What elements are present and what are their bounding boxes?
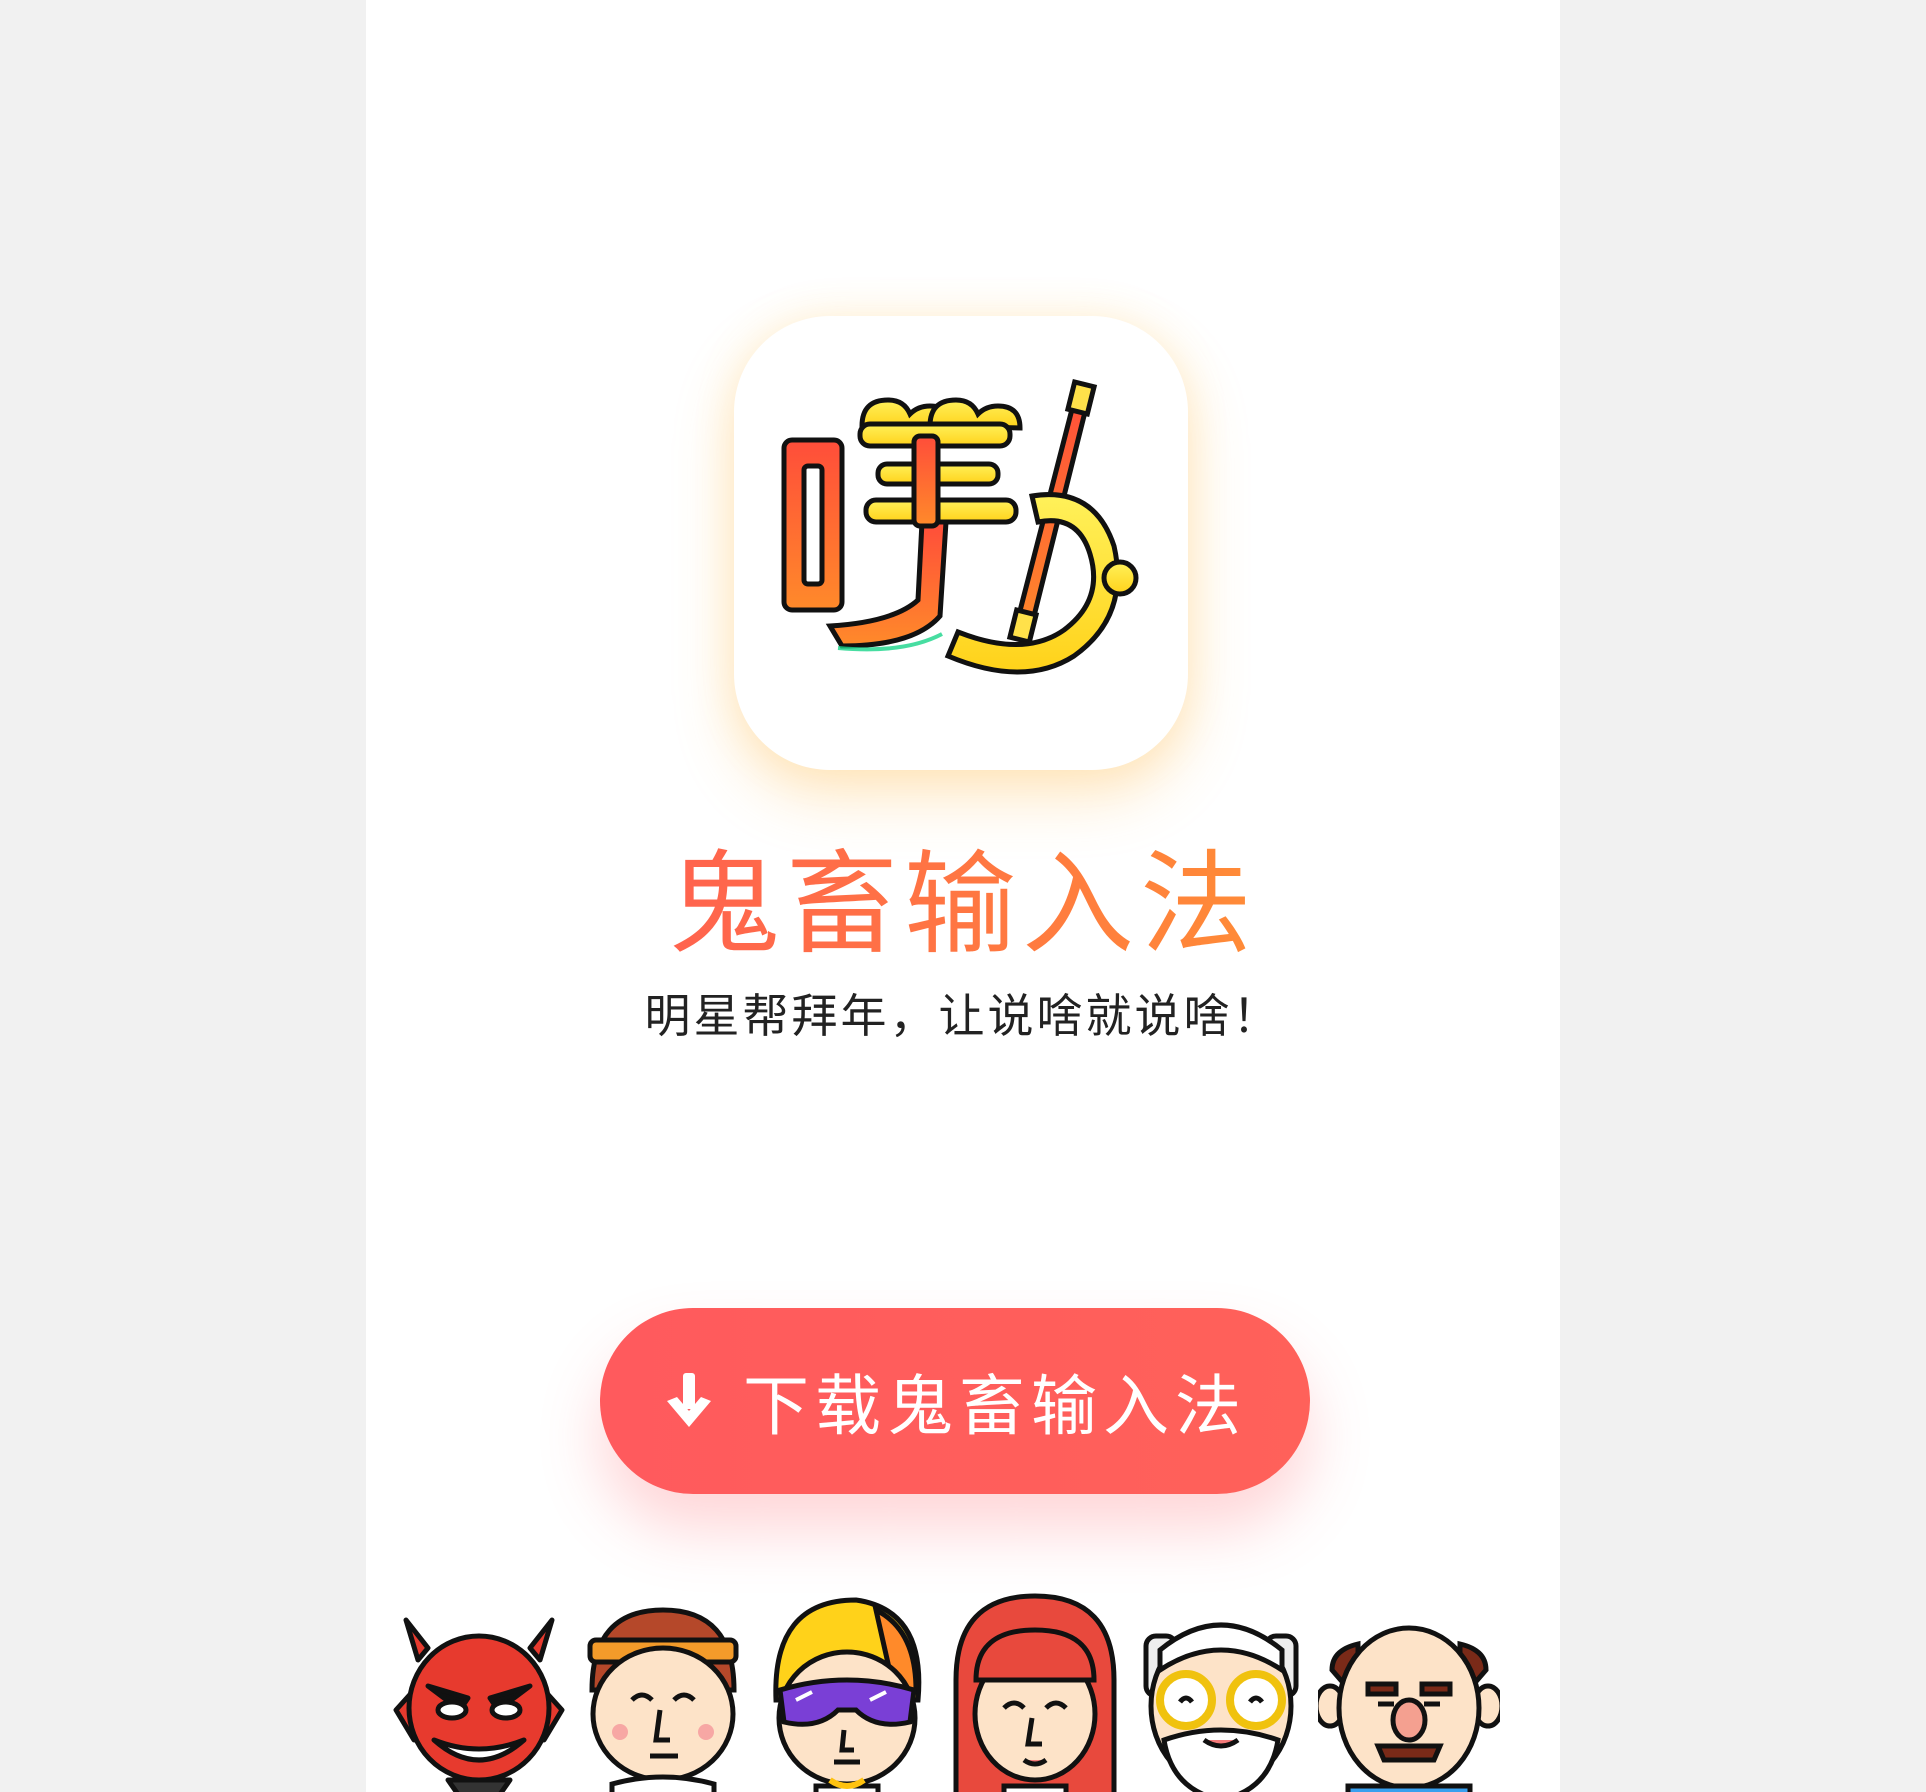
old-man-face-icon bbox=[1143, 1622, 1299, 1792]
download-arrow-icon bbox=[663, 1371, 715, 1431]
download-button[interactable]: 下载鬼畜输入法 bbox=[600, 1308, 1310, 1494]
landing-page: 鬼畜输入法 明星帮拜年，让说啥就说啥！ 下载鬼畜输入法 bbox=[366, 0, 1560, 1792]
headband-face-icon bbox=[587, 1607, 739, 1792]
devil-face-icon bbox=[393, 1617, 565, 1792]
app-tagline: 明星帮拜年，让说啥就说啥！ bbox=[644, 989, 1282, 1043]
mustache-face-icon bbox=[1318, 1625, 1500, 1792]
girl-face-icon bbox=[953, 1593, 1117, 1792]
app-title: 鬼畜输入法 bbox=[366, 840, 1560, 970]
download-label: 下载鬼畜输入法 bbox=[743, 1368, 1247, 1445]
app-icon bbox=[734, 316, 1188, 770]
app-logo-icon bbox=[781, 378, 1139, 675]
sunglasses-face-icon bbox=[773, 1597, 922, 1792]
character-row bbox=[388, 1590, 1548, 1792]
